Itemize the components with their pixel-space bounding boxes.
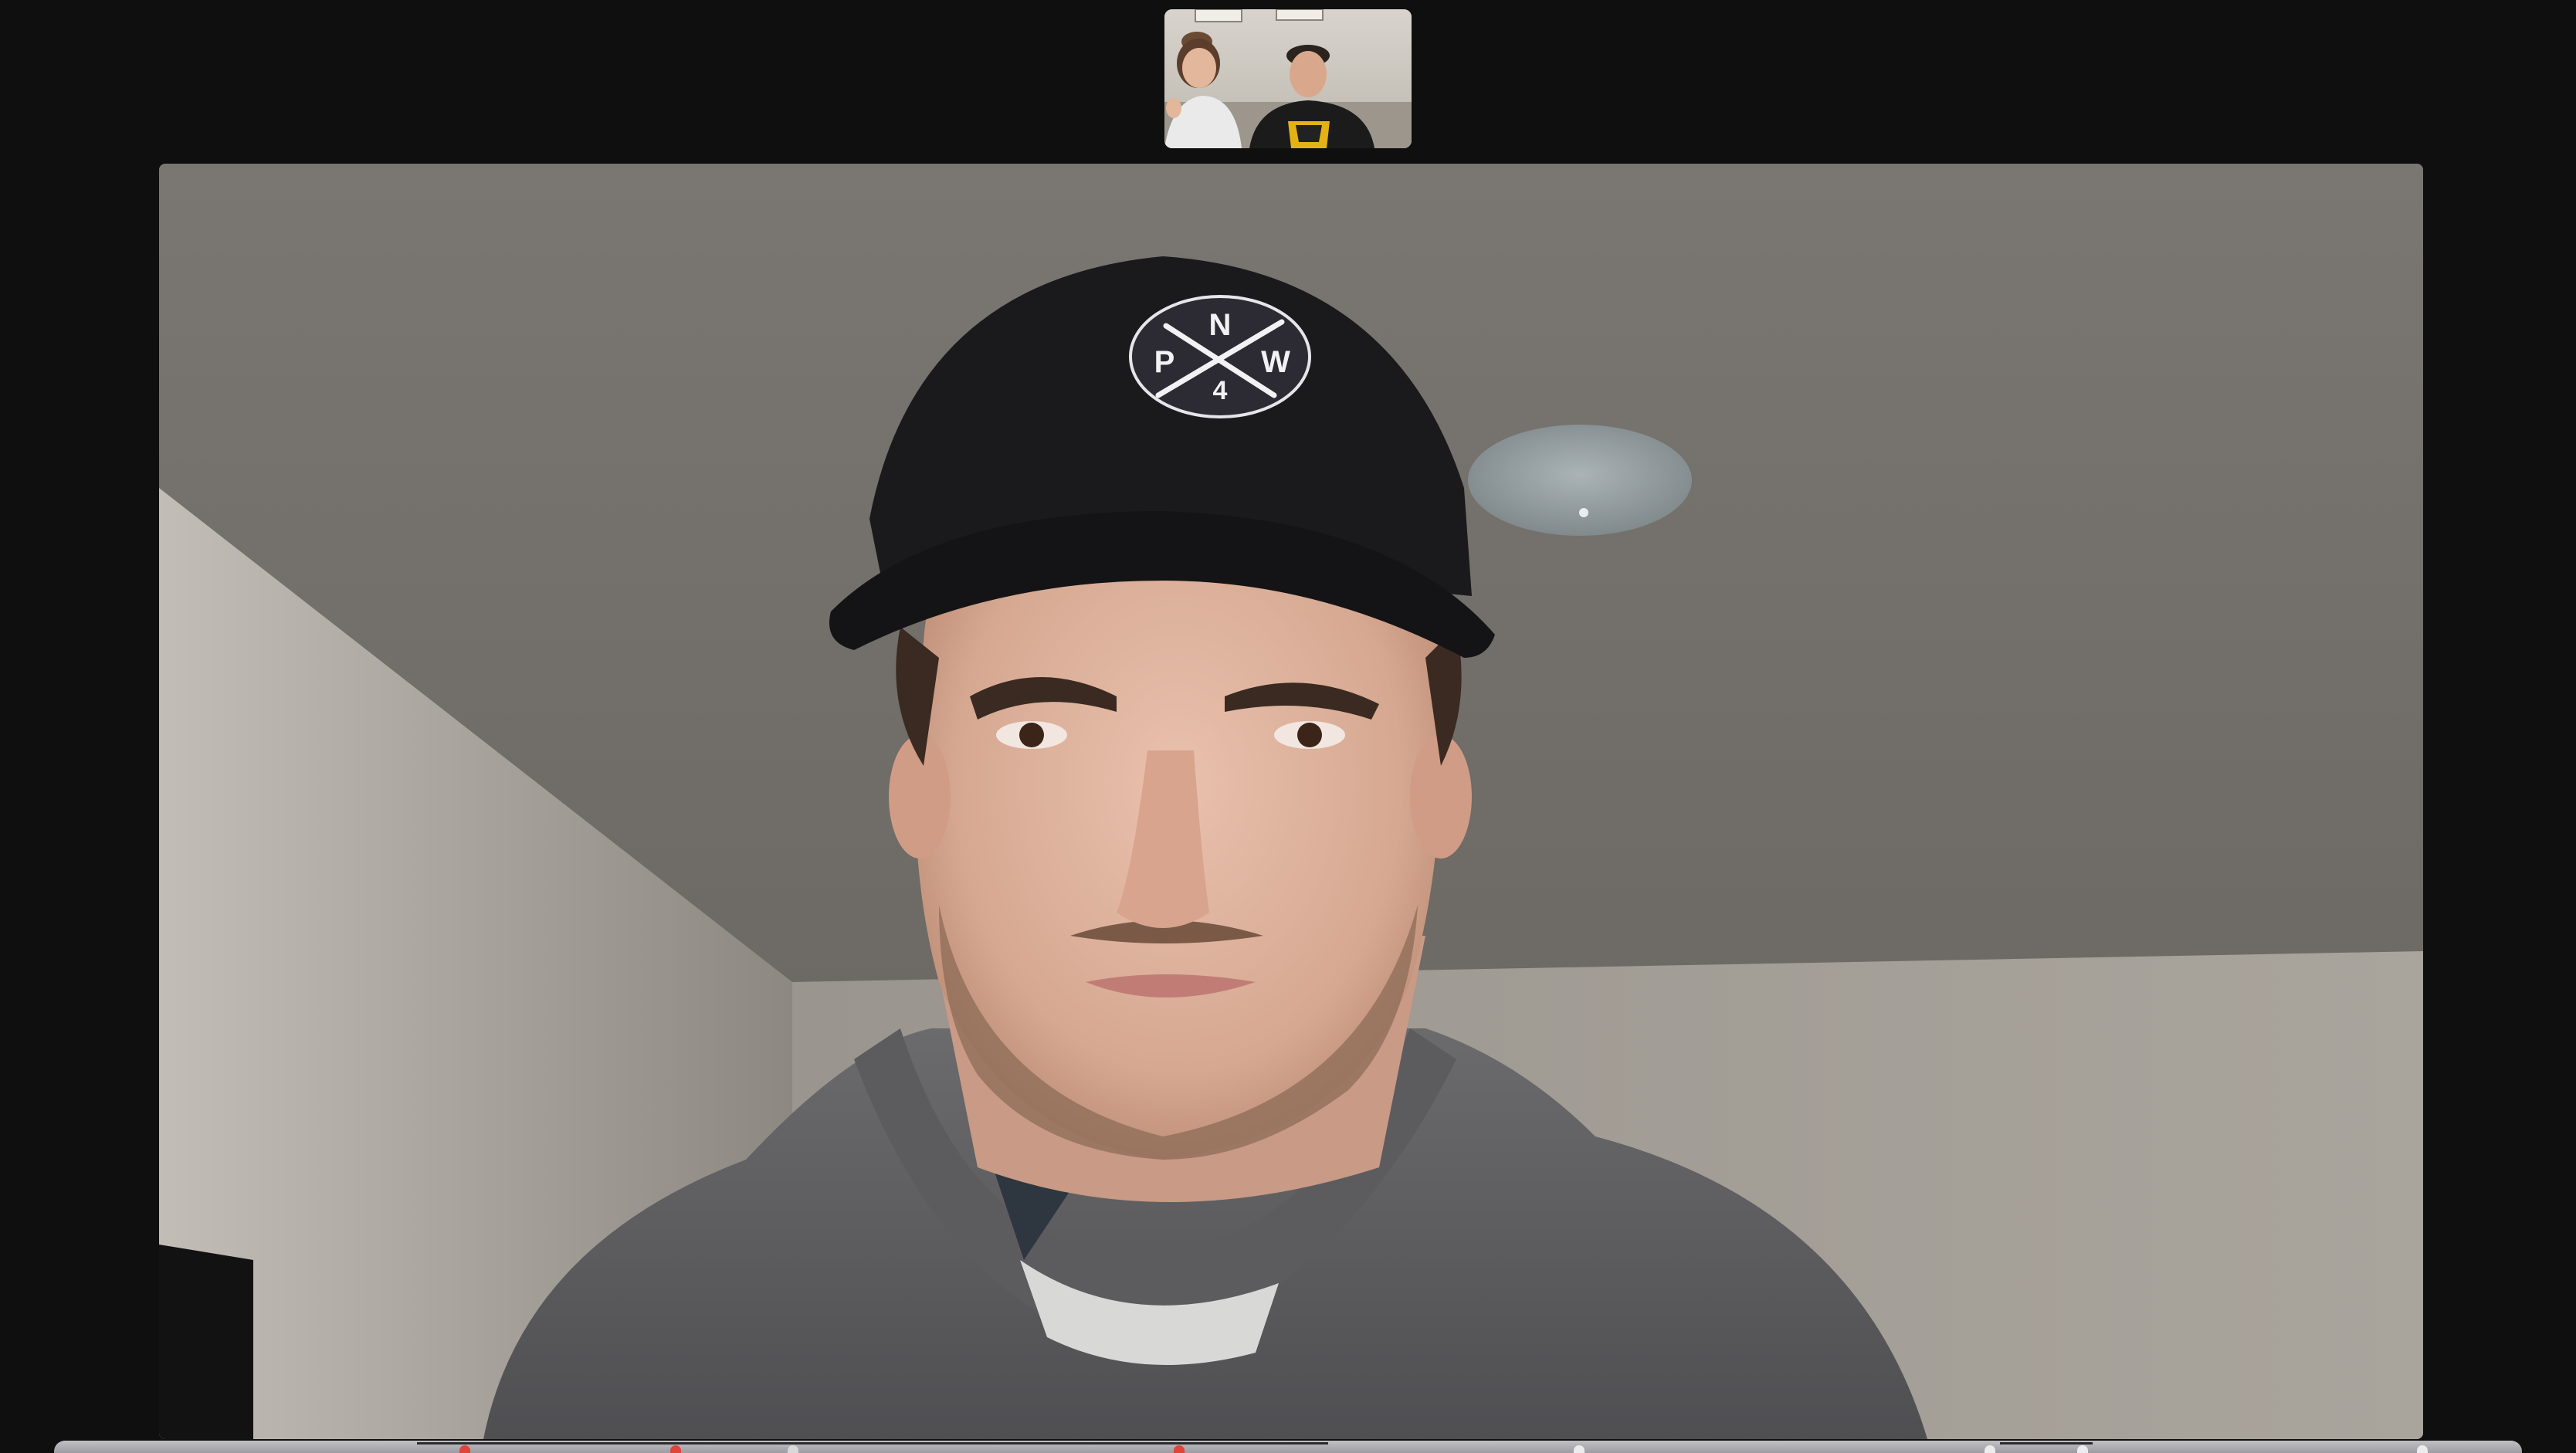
video-call-window: N P W 4 bbox=[0, 0, 2576, 1453]
dock-app-icon[interactable] bbox=[2000, 1442, 2093, 1445]
cap-patch-logo: N P W 4 bbox=[1129, 295, 1311, 418]
participant-thumbnail-strip bbox=[0, 0, 2576, 161]
dock-app-icon[interactable] bbox=[2077, 1445, 2088, 1453]
dock-app-icon[interactable] bbox=[459, 1445, 470, 1453]
desktop-dock bbox=[54, 1441, 2522, 1453]
svg-text:N: N bbox=[1209, 308, 1232, 342]
svg-text:4: 4 bbox=[1213, 376, 1228, 405]
dock-app-icon[interactable] bbox=[417, 1442, 1328, 1445]
dock-app-icon[interactable] bbox=[2417, 1445, 2428, 1453]
dock-app-icon[interactable] bbox=[1174, 1445, 1185, 1453]
speaker-video-feed: N P W 4 bbox=[159, 164, 2423, 1439]
thumbnail-video-feed bbox=[1164, 9, 1412, 148]
svg-text:P: P bbox=[1154, 345, 1175, 379]
active-speaker-video[interactable]: N P W 4 bbox=[159, 164, 2423, 1439]
participant-thumbnail[interactable] bbox=[1164, 9, 1412, 148]
dock-app-icon[interactable] bbox=[1574, 1445, 1585, 1453]
svg-text:W: W bbox=[1261, 345, 1290, 379]
dock-app-icon[interactable] bbox=[670, 1445, 681, 1453]
dock-app-icon[interactable] bbox=[788, 1445, 798, 1453]
dock-app-icon[interactable] bbox=[1985, 1445, 1995, 1453]
